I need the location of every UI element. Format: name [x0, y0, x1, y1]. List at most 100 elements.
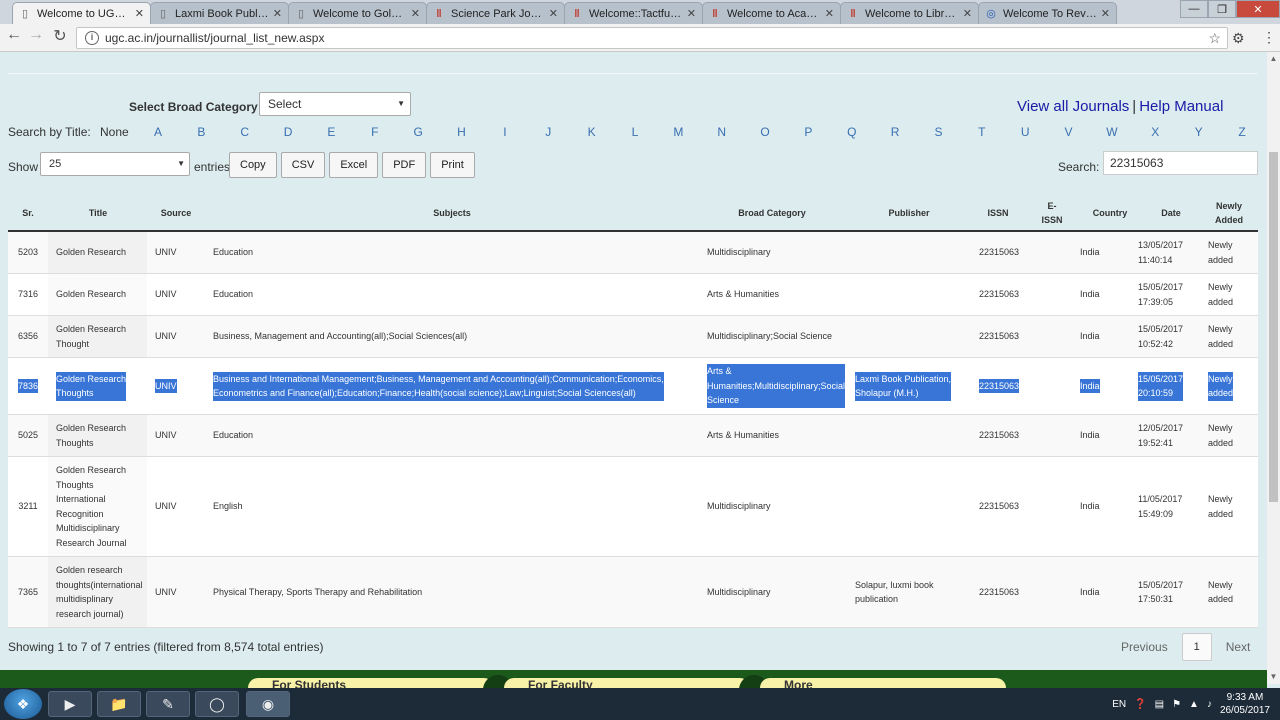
tab-close-icon[interactable]: ✕: [963, 7, 972, 20]
table-row[interactable]: 7365 Golden research thoughts(internation…: [8, 557, 1258, 628]
windows-start-icon[interactable]: ❖: [4, 689, 42, 719]
alpha-filter-letter[interactable]: E: [325, 125, 337, 139]
restore-button[interactable]: ❐: [1208, 0, 1236, 18]
network-icon[interactable]: ▤: [1155, 699, 1164, 710]
table-row[interactable]: 5025 Golden Research Thoughts UNIV Educatio…: [8, 415, 1258, 457]
alpha-filter-letter[interactable]: Y: [1193, 125, 1205, 139]
close-window-button[interactable]: ✕: [1236, 0, 1280, 18]
browser-tab[interactable]: ‖ Welcome::Tactful Ma ✕: [564, 2, 703, 24]
reload-icon[interactable]: ↻: [48, 26, 72, 46]
tab-close-icon[interactable]: ✕: [549, 7, 558, 20]
tab-close-icon[interactable]: ✕: [1101, 7, 1110, 20]
browser-tab[interactable]: ‖ Science Park Journal ✕: [426, 2, 565, 24]
alpha-filter-letter[interactable]: T: [976, 125, 988, 139]
tab-close-icon[interactable]: ✕: [411, 7, 420, 20]
page-length-select[interactable]: 25 ▼: [40, 152, 190, 176]
view-all-journals-link[interactable]: View all Journals: [1017, 98, 1129, 115]
paint-icon[interactable]: ◯: [195, 691, 239, 717]
table-row[interactable]: 6356 Golden Research Thought UNIV Business,…: [8, 316, 1258, 358]
site-info-icon[interactable]: i: [85, 31, 99, 45]
alpha-filter-letter[interactable]: Q: [846, 125, 858, 139]
for-students-tab[interactable]: For Students: [248, 678, 494, 688]
alpha-filter-letter[interactable]: P: [802, 125, 814, 139]
tab-close-icon[interactable]: ✕: [273, 7, 282, 20]
scrollbar-thumb[interactable]: [1269, 152, 1278, 502]
extension-puzzle-icon[interactable]: ⚙: [1232, 30, 1245, 47]
table-row[interactable]: 5203 Golden Research UNIV Education Multidis…: [8, 232, 1258, 274]
help-icon[interactable]: ❓: [1134, 699, 1146, 710]
browser-tab[interactable]: ▯ Laxmi Book Publicatio ✕: [150, 2, 289, 24]
column-header[interactable]: Broad Category: [732, 193, 812, 232]
alpha-filter-letter[interactable]: B: [195, 125, 207, 139]
alpha-filter-none[interactable]: None: [100, 125, 129, 139]
volume-icon[interactable]: ♪: [1207, 699, 1212, 710]
column-header[interactable]: Subjects: [412, 193, 492, 232]
alpha-filter-letter[interactable]: U: [1019, 125, 1031, 139]
bookmark-star-icon[interactable]: ☆: [1208, 30, 1221, 47]
search-input[interactable]: 22315063: [1103, 151, 1258, 175]
forward-arrow-icon[interactable]: →: [24, 26, 48, 44]
copy-button[interactable]: Copy: [229, 152, 277, 178]
browser-tab[interactable]: ▯ Welcome to Golden F ✕: [288, 2, 427, 24]
column-header[interactable]: Newly Added: [1189, 193, 1267, 232]
tab-close-icon[interactable]: ✕: [135, 7, 144, 20]
next-page-button[interactable]: Next: [1226, 640, 1251, 654]
previous-page-button[interactable]: Previous: [1121, 640, 1168, 654]
print-button[interactable]: Print: [430, 152, 475, 178]
alpha-filter-letter[interactable]: J: [542, 125, 554, 139]
alpha-filter-letter[interactable]: C: [239, 125, 251, 139]
back-arrow-icon[interactable]: ←: [2, 26, 26, 44]
alpha-filter-letter[interactable]: A: [152, 125, 164, 139]
browser-menu-icon[interactable]: ⋮: [1262, 29, 1276, 46]
browser-tab[interactable]: ‖ Welcome to Library S ✕: [840, 2, 979, 24]
alpha-filter-letter[interactable]: R: [889, 125, 901, 139]
column-header[interactable]: Publisher: [869, 193, 949, 232]
table-row[interactable]: 7836 Golden Research Thoughts UNIV Business…: [8, 358, 1258, 415]
scroll-down-arrow-icon[interactable]: ▼: [1267, 670, 1280, 684]
minimize-button[interactable]: —: [1180, 0, 1208, 18]
browser-tab[interactable]: ▯ Welcome to UGC, Ne ✕: [12, 2, 151, 24]
csv-button[interactable]: CSV: [280, 152, 326, 178]
column-header[interactable]: Source: [136, 193, 216, 232]
pdf-button[interactable]: PDF: [382, 152, 427, 178]
alpha-filter-letter[interactable]: L: [629, 125, 641, 139]
signal-icon[interactable]: ▲: [1189, 699, 1199, 710]
page-scrollbar[interactable]: ▲ ▼: [1267, 52, 1280, 684]
alpha-filter-letter[interactable]: F: [369, 125, 381, 139]
more-tab[interactable]: More: [760, 678, 1006, 688]
for-faculty-tab[interactable]: For Faculty: [504, 678, 750, 688]
scroll-up-arrow-icon[interactable]: ▲: [1267, 52, 1280, 66]
excel-button[interactable]: Excel: [329, 152, 379, 178]
language-indicator[interactable]: EN: [1112, 699, 1126, 710]
alpha-filter-letter[interactable]: N: [716, 125, 728, 139]
clock[interactable]: 9:33 AM 26/05/2017: [1220, 691, 1270, 717]
broad-category-select[interactable]: Select ▼: [259, 92, 411, 116]
table-row[interactable]: 3211 Golden Research Thoughts Internation…: [8, 457, 1258, 557]
alpha-filter-letter[interactable]: Z: [1236, 125, 1248, 139]
media-player-icon[interactable]: ▶: [48, 691, 92, 717]
flag-icon[interactable]: ⚑: [1172, 699, 1181, 710]
notepad-icon[interactable]: ✎: [146, 691, 190, 717]
address-bar[interactable]: i ugc.ac.in/journallist/journal_list_new…: [76, 27, 1228, 49]
table-row[interactable]: 7316 Golden Research UNIV Education Arts & H…: [8, 274, 1258, 316]
alpha-filter-letter[interactable]: G: [412, 125, 424, 139]
browser-tab[interactable]: ‖ Welcome to Academ ✕: [702, 2, 841, 24]
alpha-filter-letter[interactable]: O: [759, 125, 771, 139]
tab-close-icon[interactable]: ✕: [687, 7, 696, 20]
alpha-filter-letter[interactable]: K: [586, 125, 598, 139]
alpha-filter-letter[interactable]: W: [1106, 125, 1118, 139]
tab-close-icon[interactable]: ✕: [825, 7, 834, 20]
file-explorer-icon[interactable]: 📁: [97, 691, 141, 717]
browser-tab[interactable]: ◎ Welcome To Review ✕: [978, 2, 1117, 24]
alpha-filter-letter[interactable]: I: [499, 125, 511, 139]
column-header[interactable]: Title: [58, 193, 138, 232]
chrome-icon[interactable]: ◉: [246, 691, 290, 717]
alpha-filter-letter[interactable]: X: [1149, 125, 1161, 139]
alpha-filter-letter[interactable]: H: [456, 125, 468, 139]
alpha-filter-letter[interactable]: D: [282, 125, 294, 139]
page-1-button[interactable]: 1: [1181, 633, 1212, 661]
alpha-filter-letter[interactable]: M: [672, 125, 684, 139]
alpha-filter-letter[interactable]: V: [1063, 125, 1075, 139]
alpha-filter-letter[interactable]: S: [932, 125, 944, 139]
help-manual-link[interactable]: Help Manual: [1139, 98, 1223, 115]
